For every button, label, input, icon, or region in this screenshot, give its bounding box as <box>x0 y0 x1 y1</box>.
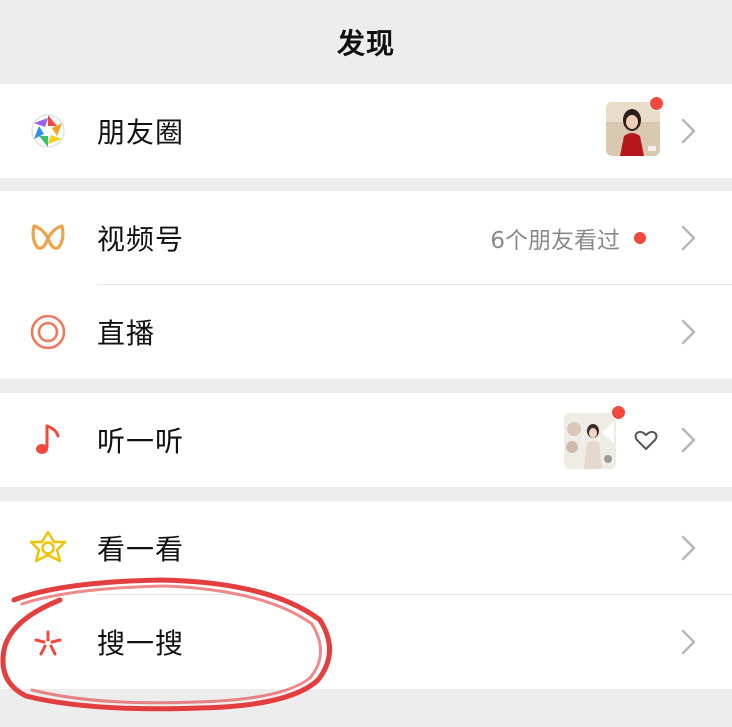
channels-status: 6个朋友看过 <box>490 221 646 255</box>
channels-status-text: 6个朋友看过 <box>490 228 620 254</box>
row-search[interactable]: 搜一搜 <box>0 595 732 689</box>
group-channels-live: 视频号 6个朋友看过 直播 <box>0 191 732 379</box>
music-note-icon <box>28 420 68 460</box>
row-label-channels: 视频号 <box>97 223 185 256</box>
row-label-moments: 朋友圈 <box>97 116 185 149</box>
moments-aperture-icon <box>28 111 68 151</box>
row-label-live: 直播 <box>97 317 156 350</box>
heart-icon[interactable] <box>634 429 658 451</box>
listen-thumbnail <box>564 413 616 469</box>
row-listen[interactable]: 听一听 <box>0 393 732 487</box>
row-label-search: 搜一搜 <box>97 627 185 660</box>
nav-bar: 发现 <box>0 0 732 84</box>
group-top-stories-search: 看一看 搜一搜 <box>0 501 732 689</box>
group-moments: 朋友圈 <box>0 84 732 178</box>
channels-red-dot <box>634 232 646 244</box>
top-stories-star-icon <box>28 528 68 568</box>
row-label-listen: 听一听 <box>97 425 185 458</box>
live-ring-icon <box>28 312 68 352</box>
row-live[interactable]: 直播 <box>0 285 732 379</box>
chevron-right-icon <box>681 225 696 251</box>
channels-butterfly-icon <box>28 218 68 258</box>
discover-page: 发现 朋友圈 视频号 6个朋友看过 直播 听一听 看一看 搜一搜 <box>0 0 732 727</box>
row-label-top-stories: 看一看 <box>97 533 185 566</box>
search-sparkle-icon <box>28 622 68 662</box>
group-listen: 听一听 <box>0 393 732 487</box>
row-moments[interactable]: 朋友圈 <box>0 84 732 178</box>
listen-red-dot <box>611 405 626 420</box>
moments-thumbnail <box>606 102 660 156</box>
chevron-right-icon <box>681 535 696 561</box>
chevron-right-icon <box>681 629 696 655</box>
chevron-right-icon <box>681 427 696 453</box>
page-title: 发现 <box>336 27 395 60</box>
row-channels[interactable]: 视频号 6个朋友看过 <box>0 191 732 285</box>
chevron-right-icon <box>681 118 696 144</box>
chevron-right-icon <box>681 319 696 345</box>
row-top-stories[interactable]: 看一看 <box>0 501 732 595</box>
moments-red-dot <box>649 96 664 111</box>
